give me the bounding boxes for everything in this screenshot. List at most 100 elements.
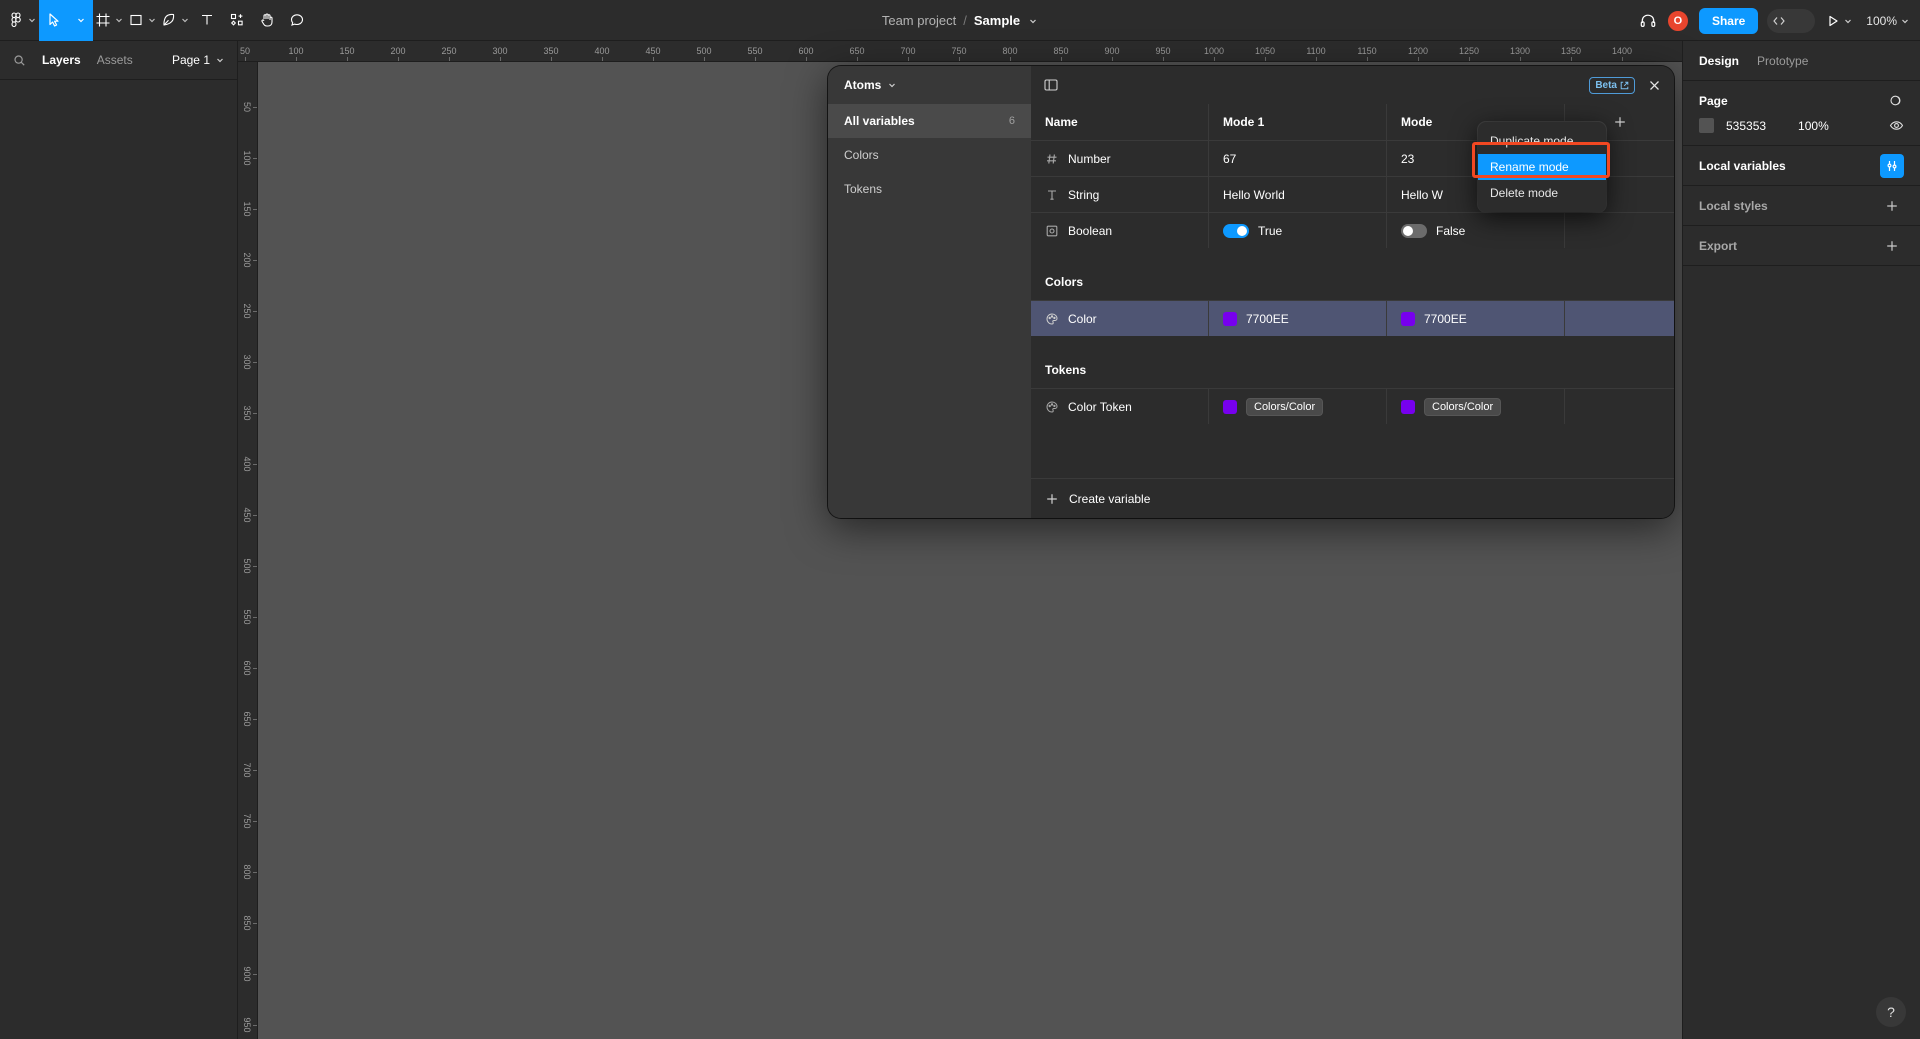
ruler-label: 550 bbox=[747, 46, 763, 56]
ruler-tick bbox=[253, 617, 257, 618]
ruler-label: 650 bbox=[849, 46, 865, 56]
page-color-swatch[interactable] bbox=[1699, 118, 1714, 133]
ruler-label: 350 bbox=[543, 46, 559, 56]
sidebar-item-all-variables[interactable]: All variables 6 bbox=[828, 104, 1031, 138]
menu-item-rename-mode[interactable]: Rename mode bbox=[1478, 154, 1606, 180]
ruler-tick bbox=[253, 872, 257, 873]
variable-value-mode1[interactable]: Colors/Color bbox=[1209, 389, 1387, 424]
page-opacity-value[interactable]: 100% bbox=[1798, 119, 1829, 133]
right-sidebar: Design Prototype Page 535353 100% Local … bbox=[1682, 41, 1920, 1039]
move-tool-button[interactable] bbox=[39, 0, 69, 41]
hand-tool-button[interactable] bbox=[252, 0, 282, 41]
collection-selector[interactable]: Atoms bbox=[828, 66, 1031, 104]
column-header-name: Name bbox=[1031, 104, 1209, 140]
share-button[interactable]: Share bbox=[1698, 7, 1759, 34]
breadcrumb-team[interactable]: Team project bbox=[882, 13, 956, 28]
boolean-toggle-mode2[interactable] bbox=[1401, 223, 1427, 238]
variable-value-mode2[interactable]: False bbox=[1387, 213, 1565, 248]
beta-badge[interactable]: Beta bbox=[1589, 76, 1635, 94]
styles-icon[interactable] bbox=[1889, 93, 1904, 108]
variable-name-cell[interactable]: Color bbox=[1031, 301, 1209, 336]
ruler-tick bbox=[253, 107, 257, 108]
tab-design[interactable]: Design bbox=[1699, 54, 1739, 68]
help-button[interactable]: ? bbox=[1876, 997, 1906, 1027]
search-icon[interactable] bbox=[13, 54, 26, 67]
text-tool-button[interactable] bbox=[192, 0, 222, 41]
add-export-button[interactable] bbox=[1880, 234, 1904, 258]
variable-value-mode1[interactable]: 67 bbox=[1209, 141, 1387, 176]
chevron-down-icon bbox=[147, 15, 157, 25]
ruler-tick bbox=[857, 57, 858, 61]
create-variable-label: Create variable bbox=[1069, 491, 1151, 506]
boolean-toggle-mode1[interactable] bbox=[1223, 223, 1249, 238]
ruler-tick bbox=[253, 566, 257, 567]
create-variable-button[interactable]: Create variable bbox=[1031, 478, 1674, 518]
table-row[interactable]: Boolean True False bbox=[1031, 212, 1674, 248]
right-sidebar-tabs: Design Prototype bbox=[1683, 41, 1920, 81]
headphones-icon[interactable] bbox=[1639, 12, 1657, 30]
pen-tool-button[interactable] bbox=[159, 12, 192, 28]
comment-tool-button[interactable] bbox=[282, 0, 312, 41]
shape-tool-button[interactable] bbox=[126, 12, 159, 28]
sidebar-item-colors[interactable]: Colors bbox=[828, 138, 1031, 172]
sidebar-item-tokens[interactable]: Tokens bbox=[828, 172, 1031, 206]
open-variables-button[interactable] bbox=[1880, 153, 1904, 178]
variable-value-mode1[interactable]: Hello World bbox=[1209, 177, 1387, 212]
ruler-tick bbox=[755, 57, 756, 61]
ruler-label: 800 bbox=[242, 864, 252, 880]
variable-name-cell[interactable]: String bbox=[1031, 177, 1209, 212]
menu-item-delete-mode[interactable]: Delete mode bbox=[1478, 180, 1606, 206]
column-header-mode1: Mode 1 bbox=[1209, 104, 1387, 140]
move-tool-chevron[interactable] bbox=[69, 0, 93, 41]
panel-toggle-icon[interactable] bbox=[1043, 77, 1059, 93]
ruler-tick bbox=[1316, 57, 1317, 61]
color-swatch bbox=[1223, 399, 1237, 414]
table-row[interactable]: Color 7700EE 7700EE bbox=[1031, 300, 1674, 336]
page-selector[interactable]: Page 1 bbox=[172, 53, 225, 67]
alias-chip: Colors/Color bbox=[1424, 397, 1502, 416]
ruler-label: 950 bbox=[242, 1017, 252, 1033]
ruler-tick bbox=[253, 923, 257, 924]
avatar[interactable]: O bbox=[1665, 8, 1690, 33]
palette-icon bbox=[1045, 400, 1059, 414]
ruler-tick bbox=[253, 362, 257, 363]
ruler-label: 100 bbox=[288, 46, 304, 56]
breadcrumb-file[interactable]: Sample bbox=[974, 13, 1020, 28]
frame-tool-button[interactable] bbox=[93, 12, 126, 28]
dev-mode-toggle[interactable] bbox=[1767, 8, 1816, 33]
ruler-label: 700 bbox=[242, 762, 252, 778]
figma-logo-button[interactable] bbox=[6, 12, 39, 28]
variable-name-cell[interactable]: Color Token bbox=[1031, 389, 1209, 424]
ruler-label: 200 bbox=[390, 46, 406, 56]
ruler-tick bbox=[704, 57, 705, 61]
menu-item-duplicate-mode[interactable]: Duplicate mode bbox=[1478, 128, 1606, 154]
page-name-label: Page 1 bbox=[171, 53, 210, 67]
page-color-hex[interactable]: 535353 bbox=[1726, 119, 1766, 133]
tab-layers[interactable]: Layers bbox=[42, 53, 81, 67]
visibility-eye-icon[interactable] bbox=[1889, 118, 1904, 133]
close-icon[interactable] bbox=[1647, 78, 1662, 93]
variable-value-mode1[interactable]: True bbox=[1209, 213, 1387, 248]
table-row[interactable]: Color Token Colors/Color Colors/Color bbox=[1031, 388, 1674, 424]
present-button[interactable] bbox=[1824, 14, 1855, 28]
tab-assets[interactable]: Assets bbox=[97, 53, 133, 67]
variable-name-cell[interactable]: Number bbox=[1031, 141, 1209, 176]
file-menu-chevron-down-icon[interactable] bbox=[1028, 16, 1038, 26]
variable-value-mode2[interactable]: Colors/Color bbox=[1387, 389, 1565, 424]
ruler-tick bbox=[253, 770, 257, 771]
move-tool-group[interactable] bbox=[39, 0, 93, 41]
add-style-button[interactable] bbox=[1880, 194, 1904, 218]
ruler-label: 450 bbox=[645, 46, 661, 56]
variable-name-cell[interactable]: Boolean bbox=[1031, 213, 1209, 248]
ruler-label: 550 bbox=[242, 609, 252, 625]
variable-value-mode1[interactable]: 7700EE bbox=[1209, 301, 1387, 336]
chevron-down-icon bbox=[887, 80, 897, 90]
tab-prototype[interactable]: Prototype bbox=[1757, 54, 1808, 68]
ruler-label: 1150 bbox=[1357, 46, 1377, 56]
collection-name-label: Atoms bbox=[844, 78, 882, 92]
zoom-control[interactable]: 100% bbox=[1864, 14, 1912, 28]
ruler-tick bbox=[959, 57, 960, 61]
variable-value-mode2[interactable]: 7700EE bbox=[1387, 301, 1565, 336]
sidebar-item-count: 6 bbox=[1008, 115, 1015, 127]
components-tool-button[interactable] bbox=[222, 0, 252, 41]
